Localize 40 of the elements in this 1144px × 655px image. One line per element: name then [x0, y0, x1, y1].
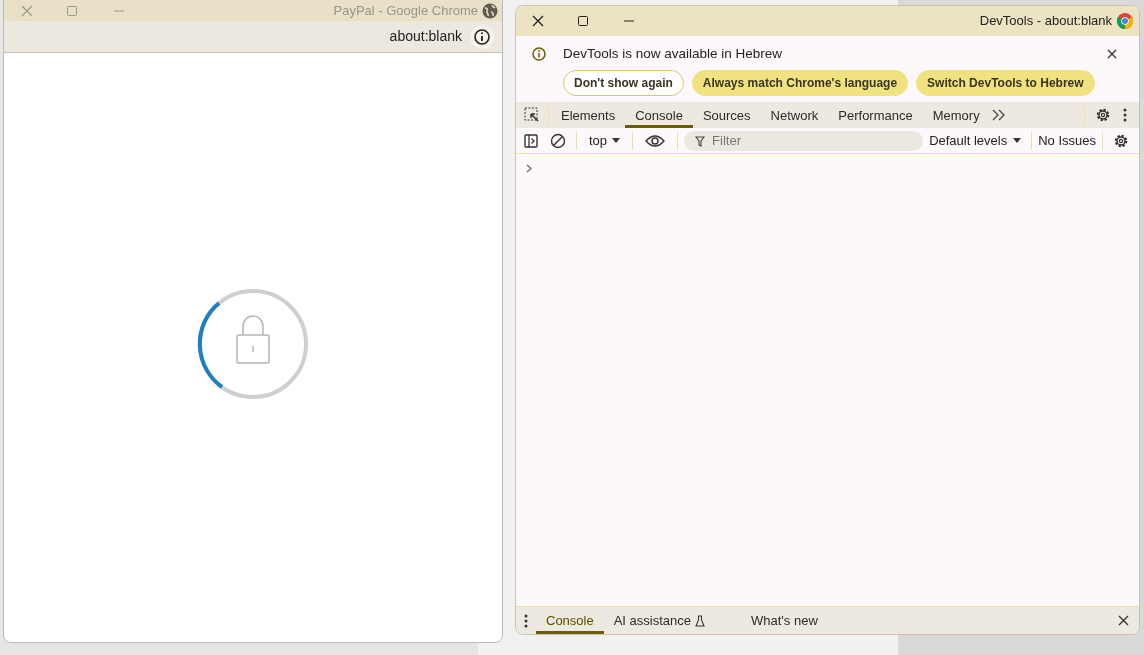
panel-tab[interactable]: Sources [692, 102, 761, 129]
panel-tab[interactable]: Elements [551, 102, 626, 129]
chrome-logo-icon [1117, 13, 1133, 29]
settings-icon[interactable] [1113, 132, 1129, 149]
caret-icon [1013, 137, 1022, 144]
flask-icon [695, 614, 706, 627]
close-icon[interactable] [1118, 615, 1129, 626]
info-message: DevTools is now available in Hebrew [563, 45, 783, 63]
dismiss-button[interactable]: Don't show again [563, 70, 684, 97]
close-icon[interactable] [532, 15, 544, 27]
more-tabs-icon[interactable] [991, 109, 1006, 122]
more-options-icon[interactable] [1123, 108, 1127, 123]
eye-icon[interactable] [645, 133, 666, 148]
info-icon[interactable] [470, 24, 494, 49]
url-text: about:blank [389, 27, 462, 46]
close-icon[interactable] [1107, 49, 1117, 60]
more-options-icon[interactable] [524, 613, 528, 628]
window-title: PayPal - Google Chrome [333, 2, 478, 21]
drawer-tab[interactable]: Console [536, 607, 604, 634]
console-prompt-icon [526, 164, 532, 174]
issues-counter[interactable]: No Issues [1038, 131, 1096, 151]
drawer-tab[interactable]: AI assistance [603, 607, 716, 634]
maximize-icon[interactable] [578, 16, 588, 26]
action-button[interactable]: Always match Chrome's language [691, 70, 909, 97]
context-dropdown[interactable]: top [589, 131, 621, 151]
caret-icon [612, 137, 621, 144]
window-title: DevTools - about:blank [979, 12, 1112, 31]
action-button[interactable]: Switch DevTools to Hebrew [916, 70, 1095, 97]
panel-tab[interactable]: Memory [922, 102, 990, 129]
loading-spinner-icon [197, 287, 309, 400]
sidebar-toggle-icon[interactable] [524, 133, 538, 148]
panel-tab[interactable]: Network [760, 102, 829, 129]
clear-console-icon[interactable] [550, 132, 566, 149]
settings-icon[interactable] [1095, 107, 1111, 124]
filter-field[interactable]: Filter [684, 130, 924, 151]
element-picker-icon[interactable] [524, 107, 540, 124]
log-levels-dropdown[interactable]: Default levels [929, 131, 1022, 151]
drawer-tab[interactable]: What's new [741, 607, 828, 634]
panel-tab[interactable]: Performance [828, 102, 923, 129]
info-icon [532, 47, 546, 62]
